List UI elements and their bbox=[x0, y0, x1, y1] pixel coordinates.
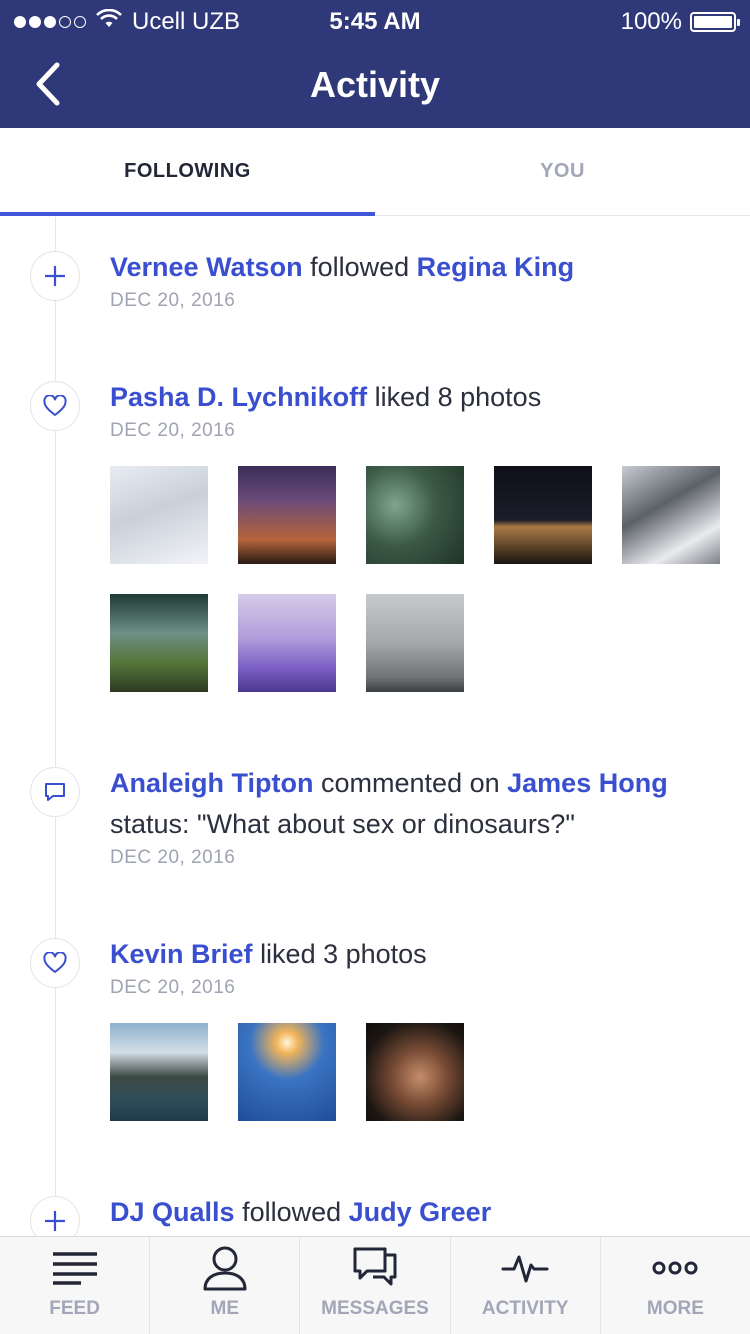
user-icon bbox=[202, 1244, 248, 1292]
activity-verb: liked 3 photos bbox=[260, 939, 427, 969]
tab-messages[interactable]: MESSAGES bbox=[300, 1237, 451, 1334]
photo-thumbnail[interactable] bbox=[494, 466, 592, 564]
comment-text: status: "What about sex or dinosaurs?" bbox=[110, 809, 575, 839]
photo-grid bbox=[110, 466, 750, 692]
photo-thumbnail[interactable] bbox=[238, 1023, 336, 1121]
plus-icon bbox=[30, 1196, 80, 1236]
actor-link[interactable]: Kevin Brief bbox=[110, 939, 253, 969]
header: Ucell UZB 5:45 AM 100% Activity bbox=[0, 0, 750, 128]
activity-pulse-icon bbox=[501, 1244, 549, 1292]
photo-thumbnail[interactable] bbox=[366, 1023, 464, 1121]
tab-more[interactable]: MORE bbox=[601, 1237, 750, 1334]
actor-link[interactable]: DJ Qualls bbox=[110, 1197, 235, 1227]
actor-link[interactable]: Vernee Watson bbox=[110, 252, 303, 282]
page-title: Activity bbox=[309, 64, 441, 105]
heart-icon bbox=[30, 381, 80, 431]
photo-thumbnail[interactable] bbox=[110, 594, 208, 692]
more-dots-icon bbox=[651, 1244, 699, 1292]
activity-feed[interactable]: Vernee Watson followed Regina King DEC 2… bbox=[0, 217, 750, 1236]
timeline-line bbox=[55, 217, 56, 1236]
tab-feed[interactable]: FEED bbox=[0, 1237, 151, 1334]
activity-verb: liked 8 photos bbox=[374, 382, 542, 412]
activity-date: DEC 20, 2016 bbox=[110, 290, 236, 311]
tab-activity[interactable]: ACTIVITY bbox=[451, 1237, 601, 1334]
feed-lines-icon bbox=[51, 1244, 99, 1292]
photo-thumbnail[interactable] bbox=[366, 466, 464, 564]
tab-label: MESSAGES bbox=[321, 1298, 429, 1319]
heart-icon bbox=[30, 938, 80, 988]
activity-date: DEC 20, 2016 bbox=[110, 977, 236, 998]
activity-verb: commented on bbox=[321, 768, 500, 798]
photo-thumbnail[interactable] bbox=[110, 1023, 208, 1121]
photo-thumbnail[interactable] bbox=[238, 594, 336, 692]
photo-thumbnail[interactable] bbox=[110, 466, 208, 564]
battery-icon bbox=[690, 12, 740, 32]
nav-bar: Activity bbox=[0, 44, 750, 128]
messages-icon bbox=[351, 1244, 399, 1292]
battery-percent: 100% bbox=[620, 8, 682, 35]
tab-label: ACTIVITY bbox=[481, 1298, 569, 1319]
tab-label: MORE bbox=[646, 1298, 704, 1319]
tab-you[interactable]: YOU bbox=[375, 128, 750, 215]
activity-date: DEC 20, 2016 bbox=[110, 847, 236, 868]
activity-verb: followed bbox=[242, 1197, 342, 1227]
activity-verb: followed bbox=[310, 252, 410, 282]
photo-thumbnail[interactable] bbox=[622, 466, 720, 564]
bottom-tab-bar: FEED ME MESSAGES ACTIVITY MORE bbox=[0, 1236, 750, 1334]
segmented-tabs: FOLLOWING YOU bbox=[0, 128, 750, 216]
activity-date: DEC 20, 2016 bbox=[110, 420, 236, 441]
tab-label: ME bbox=[210, 1298, 240, 1319]
photo-grid bbox=[110, 1023, 750, 1121]
target-link[interactable]: Regina King bbox=[417, 252, 575, 282]
photo-thumbnail[interactable] bbox=[366, 594, 464, 692]
plus-icon bbox=[30, 251, 80, 301]
comment-icon bbox=[30, 767, 80, 817]
actor-link[interactable]: Pasha D. Lychnikoff bbox=[110, 382, 367, 412]
tab-label: FEED bbox=[49, 1298, 100, 1319]
target-link[interactable]: Judy Greer bbox=[349, 1197, 492, 1227]
photo-thumbnail[interactable] bbox=[238, 466, 336, 564]
status-bar: Ucell UZB 5:45 AM 100% bbox=[0, 0, 750, 44]
target-link[interactable]: James Hong bbox=[507, 768, 668, 798]
tab-me[interactable]: ME bbox=[150, 1237, 301, 1334]
tab-following[interactable]: FOLLOWING bbox=[0, 128, 375, 216]
actor-link[interactable]: Analeigh Tipton bbox=[110, 768, 314, 798]
